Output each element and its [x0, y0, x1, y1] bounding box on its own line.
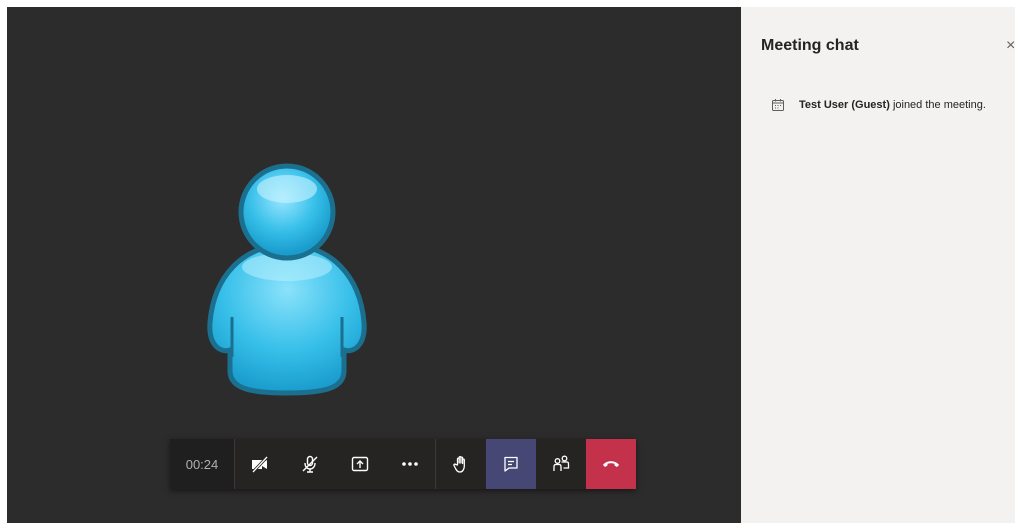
- call-timer: 00:24: [170, 439, 235, 489]
- show-conversation-button[interactable]: [486, 439, 536, 489]
- close-icon[interactable]: ×: [1006, 37, 1015, 55]
- mic-off-icon: [302, 455, 318, 473]
- more-icon: [402, 462, 418, 466]
- camera-off-icon: [251, 455, 269, 474]
- participant-avatar-icon: [207, 163, 367, 396]
- participants-button[interactable]: [536, 439, 586, 489]
- video-stage: 00:24: [7, 7, 741, 523]
- calendar-icon: [772, 99, 784, 111]
- meeting-chat-panel: Meeting chat × Test User (Guest) joined …: [741, 7, 1015, 523]
- phone-hangup-icon: [603, 461, 619, 467]
- message-user: Test User (Guest): [799, 99, 890, 111]
- hand-icon: [453, 455, 465, 473]
- message-body: joined the meeting.: [892, 99, 986, 111]
- system-message: Test User (Guest) joined the meeting.: [771, 98, 986, 112]
- hang-up-button[interactable]: [586, 439, 636, 489]
- mic-muted-button[interactable]: [285, 439, 335, 489]
- share-icon: [351, 456, 369, 472]
- camera-off-button[interactable]: [235, 439, 285, 489]
- more-actions-button[interactable]: [385, 439, 435, 489]
- call-controls-bar: 00:24: [170, 439, 636, 489]
- share-screen-button[interactable]: [335, 439, 385, 489]
- chat-icon: [504, 456, 518, 472]
- panel-title: Meeting chat: [761, 37, 859, 54]
- message-text: Test User (Guest) joined the meeting.: [799, 99, 986, 111]
- people-icon: [553, 455, 570, 471]
- raise-hand-button[interactable]: [436, 439, 486, 489]
